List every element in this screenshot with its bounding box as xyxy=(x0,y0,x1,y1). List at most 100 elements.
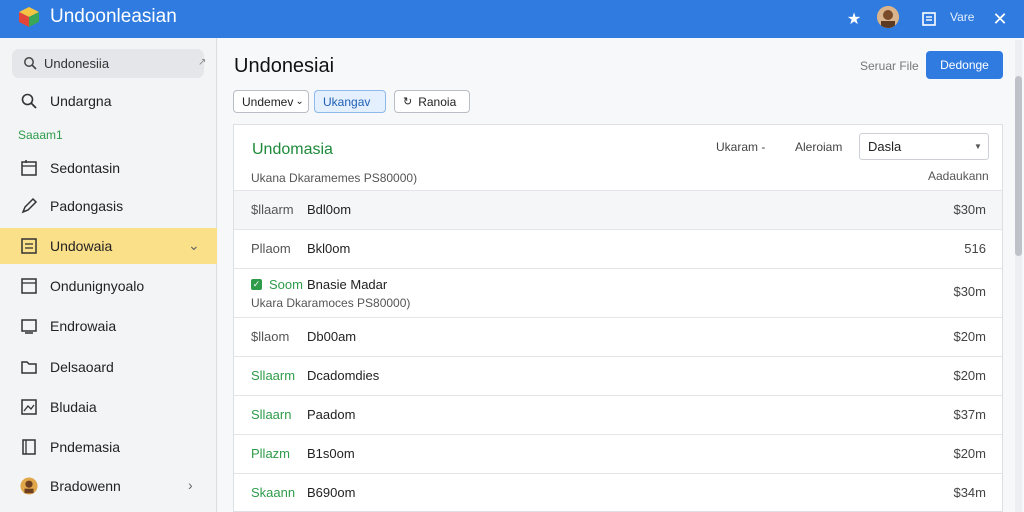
table-row[interactable]: ✓ Soom Bnasie Madar Ukara Dkaramoces PS8… xyxy=(234,268,1002,317)
app-title: Undoonleasian xyxy=(50,6,177,27)
row-name: Db00am xyxy=(307,329,357,344)
search-icon xyxy=(20,92,38,110)
primary-button[interactable]: Dedonge xyxy=(926,51,1003,79)
check-icon: ✓ xyxy=(251,279,262,290)
filter-chip-selected[interactable]: Ukangav xyxy=(314,90,386,113)
filter-chip-dropdown[interactable]: Undemev ⌄ xyxy=(233,90,309,113)
filter-select[interactable]: Dasla ▼ xyxy=(859,133,989,160)
row-subtitle: Ukara Dkaramoces PS80000) xyxy=(251,296,411,310)
book-icon xyxy=(20,438,38,456)
title-bar: Undoonleasian ★ Vare ✕ xyxy=(0,0,1024,38)
sidebar-item-sedontasin[interactable]: Sedontasin xyxy=(0,150,217,186)
sidebar-item-label: Undargna xyxy=(50,93,112,109)
sidebar-item-endrowaia[interactable]: Endrowaia xyxy=(0,308,217,344)
sidebar-item-label: Pndemasia xyxy=(50,439,121,455)
table-row[interactable]: Pllazm B1s0om $20m xyxy=(234,434,1002,473)
close-icon[interactable]: ✕ xyxy=(988,7,1012,31)
sidebar-item-label: Sedontasin xyxy=(50,160,121,176)
sidebar-item-padongasis[interactable]: Padongasis xyxy=(0,188,217,224)
row-name: Bnasie Madar xyxy=(307,277,388,292)
file-link[interactable]: Seruar File xyxy=(860,59,919,73)
row-code: Soom xyxy=(269,277,303,292)
chip-label: Undemev xyxy=(242,94,294,109)
sidebar-item-bludaia[interactable]: Bludaia xyxy=(0,389,217,425)
search-input[interactable]: Undonesiia ↗ xyxy=(12,49,207,78)
row-amount: $30m xyxy=(953,202,986,217)
sidebar-item-pndemasia[interactable]: Pndemasia xyxy=(0,429,217,465)
row-code: $llaom xyxy=(251,329,290,344)
sort-label: Ukaram xyxy=(716,140,759,154)
section-label: Saaam1 xyxy=(18,128,63,142)
row-code: Sllaarn xyxy=(251,407,292,422)
sidebar-item-delsaoard[interactable]: Delsaoard xyxy=(0,349,217,385)
row-name: Paadom xyxy=(307,407,356,422)
sort-dropdown[interactable]: Ukaram ‑ xyxy=(716,140,765,154)
chevron-down-icon: ⌄ xyxy=(295,96,304,107)
row-amount: 516 xyxy=(964,241,986,256)
chip-label: Ukangav xyxy=(323,94,371,109)
panel-title: Undomasia xyxy=(252,141,333,158)
avatar[interactable] xyxy=(877,6,899,28)
select-value: Dasla xyxy=(868,139,902,154)
chip-label: Ranoia xyxy=(418,94,457,109)
sidebar-item-undargna[interactable]: Undargna xyxy=(0,83,217,119)
row-amount: $37m xyxy=(953,407,986,422)
row-name: Bkl0om xyxy=(307,241,351,256)
row-name: B690om xyxy=(307,485,356,500)
star-icon[interactable]: ★ xyxy=(842,7,866,31)
sidebar-item-label: Delsaoard xyxy=(50,359,114,375)
document-icon[interactable] xyxy=(917,7,941,31)
row-amount: $20m xyxy=(953,446,986,461)
search-text: Undonesiia xyxy=(44,56,110,71)
caret-down-icon: ▼ xyxy=(974,142,982,151)
table-row[interactable]: $llaarm Bdl0om $30m xyxy=(234,190,1002,229)
sidebar-item-label: Bradowenn xyxy=(50,478,121,494)
app-cube-icon xyxy=(19,7,39,27)
table-row[interactable]: Skaann B690om $34m xyxy=(234,473,1002,512)
chevron-right-icon: › xyxy=(188,477,193,493)
scrollbar[interactable] xyxy=(1015,40,1022,512)
row-name: Dcadomdies xyxy=(307,368,380,383)
chevron-down-icon: ⌄ xyxy=(188,237,200,253)
search-arrow-icon: ↗ xyxy=(198,57,207,68)
dash-icon: ‑ xyxy=(758,140,766,154)
row-amount: $30m xyxy=(953,284,986,299)
page-title: Undonesiai xyxy=(234,55,335,77)
window-icon xyxy=(20,277,38,295)
sidebar-item-label: Undowaia xyxy=(50,238,113,254)
panel-subtitle: Ukana Dkaramemes PS80000) xyxy=(251,171,418,185)
row-amount: $34m xyxy=(953,485,986,500)
row-code: Pllazm xyxy=(251,446,291,461)
table-row[interactable]: Sllaarm Dcadomdies $20m xyxy=(234,356,1002,395)
monitor-icon xyxy=(20,317,38,335)
calendar-icon xyxy=(20,159,38,177)
filter-chip-refresh[interactable]: ↻ Ranoia xyxy=(394,90,470,113)
sidebar-item-ondunignyoalo[interactable]: Ondunignyoalo xyxy=(0,268,217,304)
row-code: $llaarm xyxy=(251,202,294,217)
row-name: B1s0om xyxy=(307,446,355,461)
row-code: Pllaom xyxy=(251,241,291,256)
window-label[interactable]: Vare xyxy=(950,10,974,24)
table-row[interactable]: Sllaarn Paadom $37m xyxy=(234,395,1002,434)
refresh-icon: ↻ xyxy=(403,96,413,108)
sidebar-item-bradowenn[interactable]: Bradowenn › xyxy=(0,468,217,504)
sidebar: Undonesiia ↗ Undargna Saaam1 Sedontasin … xyxy=(0,38,217,512)
sidebar-item-label: Padongasis xyxy=(50,198,124,214)
filter-label: Aleroiam xyxy=(795,140,843,154)
user-avatar-icon xyxy=(20,477,38,495)
row-code: Skaann xyxy=(251,485,296,500)
row-amount: $20m xyxy=(953,329,986,344)
column-header-amount: Aadaukann xyxy=(928,169,989,183)
search-icon xyxy=(24,57,37,70)
sidebar-item-label: Bludaia xyxy=(50,399,97,415)
scrollbar-thumb[interactable] xyxy=(1015,76,1022,256)
row-amount: $20m xyxy=(953,368,986,383)
table-row[interactable]: $llaom Db00am $20m xyxy=(234,317,1002,356)
image-icon xyxy=(20,398,38,416)
table-row[interactable]: Pllaom Bkl0om 516 xyxy=(234,229,1002,268)
row-name: Bdl0om xyxy=(307,202,352,217)
data-panel: Undomasia Ukana Dkaramemes PS80000) Ukar… xyxy=(233,124,1003,512)
pen-icon xyxy=(20,197,38,215)
sidebar-item-undowaia[interactable]: Undowaia ⌄ xyxy=(0,228,217,264)
row-code: Sllaarm xyxy=(251,368,296,383)
